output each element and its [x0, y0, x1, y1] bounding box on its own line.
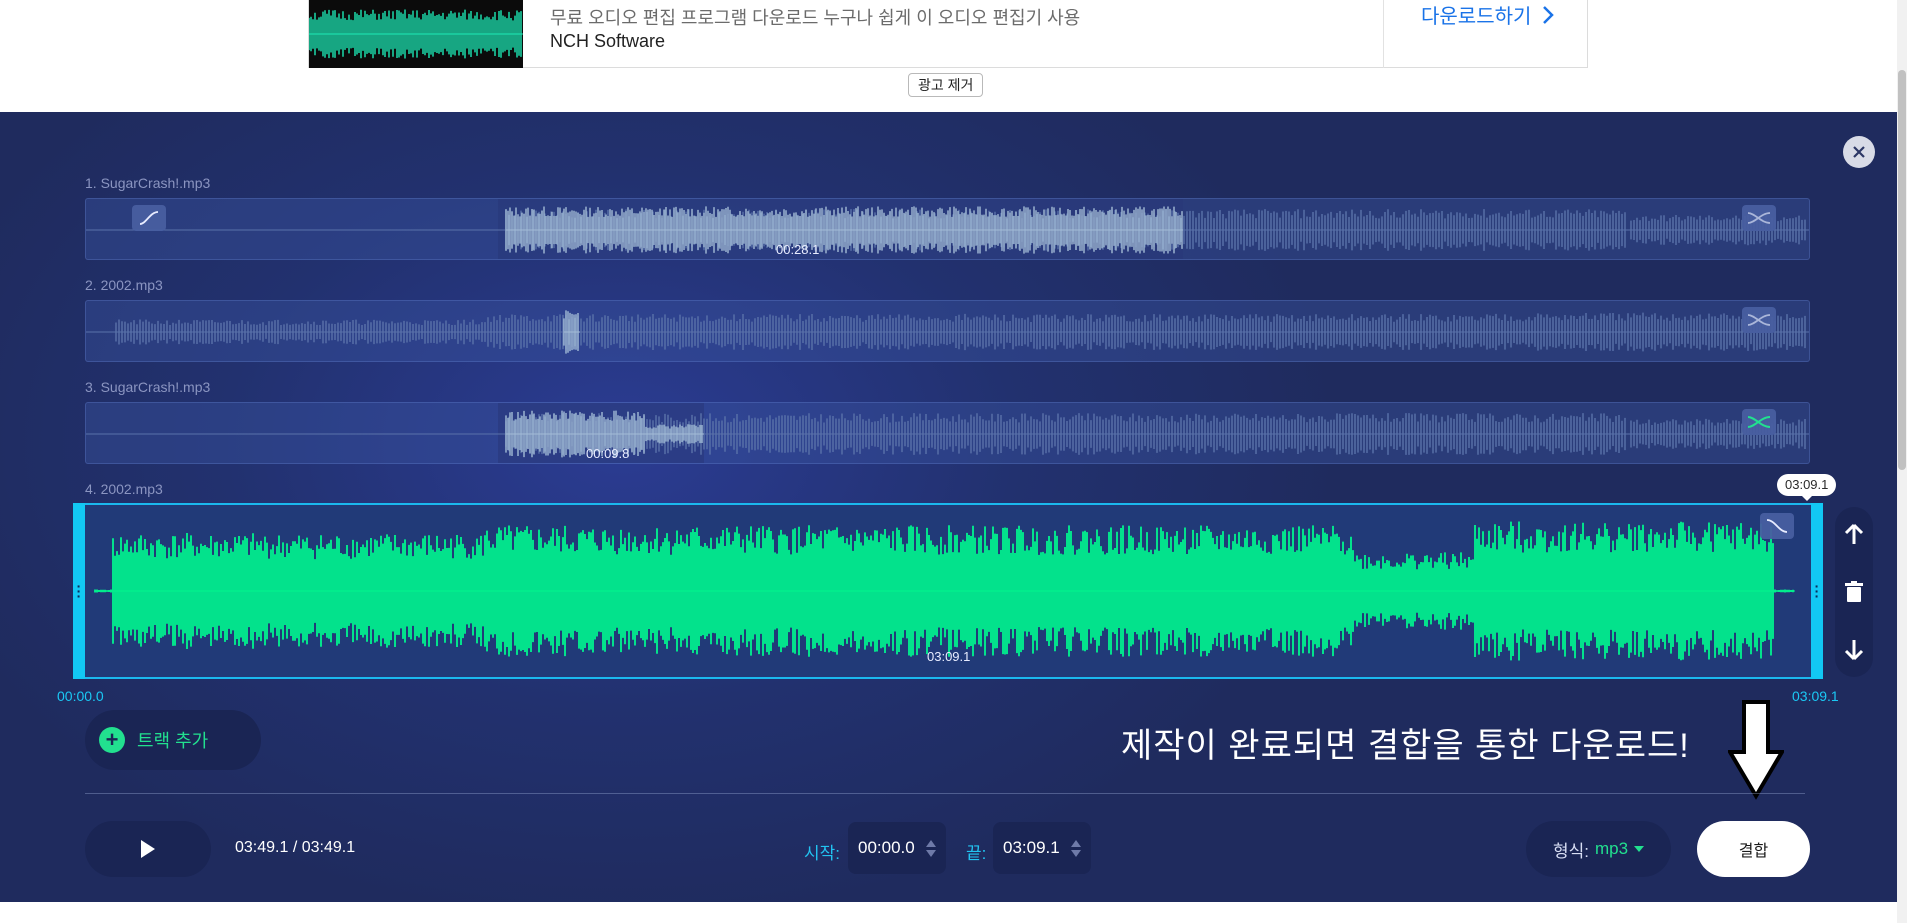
crossfade-icon: [1747, 416, 1771, 428]
trim-end-tooltip: 03:09.1: [1777, 474, 1837, 501]
ad-brand[interactable]: NCH Software: [550, 31, 665, 52]
close-icon: [1853, 146, 1865, 158]
plus-icon: +: [99, 727, 125, 753]
add-track-button[interactable]: + 트랙 추가: [85, 710, 261, 770]
track-4-label: 4. 2002.mp3: [85, 481, 163, 497]
track-1-label: 1. SugarCrash!.mp3: [85, 175, 211, 191]
add-track-label: 트랙 추가: [137, 731, 209, 751]
ad-waveform-image: [309, 9, 523, 59]
divider: [85, 793, 1805, 794]
combine-button[interactable]: 결합: [1697, 821, 1810, 877]
close-button[interactable]: [1843, 136, 1875, 168]
start-time-input[interactable]: [858, 838, 922, 858]
crossfade-icon: [1747, 212, 1771, 224]
move-down-icon[interactable]: [1844, 639, 1864, 661]
track-2-crossfade-button[interactable]: [1742, 307, 1776, 333]
track-side-controls: [1835, 507, 1873, 677]
end-label: 끝:: [966, 844, 987, 863]
track-4-selection-time: 03:09.1: [927, 649, 971, 664]
start-time-stepper[interactable]: [926, 839, 936, 857]
caret-down-icon: [1634, 846, 1645, 852]
track-3-label: 3. SugarCrash!.mp3: [85, 379, 211, 395]
trash-icon[interactable]: [1845, 581, 1863, 603]
fade-in-button[interactable]: [132, 205, 166, 231]
chevron-up-icon[interactable]: [926, 839, 936, 847]
track-3-crossfade-button[interactable]: [1742, 409, 1776, 435]
track-1-waveform[interactable]: [86, 199, 1810, 260]
track-4-active[interactable]: · · · · · · 03:09.1: [73, 503, 1823, 679]
trim-start-handle[interactable]: · · ·: [73, 503, 85, 679]
chevron-down-icon[interactable]: [926, 849, 936, 857]
track-3-selection-time: 00:09.8: [586, 446, 630, 461]
format-value: mp3: [1594, 839, 1629, 858]
track-2[interactable]: [85, 300, 1810, 362]
ad-download-label[interactable]: 다운로드하기: [1421, 0, 1531, 29]
end-time-stepper[interactable]: [1071, 839, 1081, 857]
fade-in-icon: [139, 211, 159, 225]
end-time-field[interactable]: [993, 822, 1091, 874]
chevron-up-icon[interactable]: [1071, 839, 1081, 847]
ad-divider: [1383, 0, 1384, 68]
audio-joiner-editor: 1. SugarCrash!.mp3 00:28.1 2. 2002.mp3 3…: [0, 112, 1897, 902]
range-start-time: 00:00.0: [57, 688, 104, 704]
track-2-label: 2. 2002.mp3: [85, 277, 163, 293]
play-button[interactable]: [85, 821, 211, 877]
chevron-down-icon[interactable]: [1071, 849, 1081, 857]
chevron-right-icon: [1543, 5, 1555, 24]
fade-out-button[interactable]: [1760, 513, 1794, 539]
page-scrollbar[interactable]: [1897, 0, 1907, 923]
track-3-waveform[interactable]: [86, 403, 1810, 464]
start-time-field[interactable]: [848, 822, 946, 874]
start-label: 시작:: [804, 844, 841, 863]
crossfade-icon: [1747, 314, 1771, 326]
track-1[interactable]: 00:28.1: [85, 198, 1810, 260]
track-1-selection-time: 00:28.1: [776, 242, 820, 257]
ad-thumbnail[interactable]: [309, 0, 523, 68]
ad-description[interactable]: 무료 오디오 편집 프로그램 다운로드 누구나 쉽게 이 오디오 편집기 사용: [550, 4, 1080, 30]
ad-download-link[interactable]: 다운로드하기: [1421, 0, 1555, 29]
end-time-input[interactable]: [1003, 838, 1067, 858]
range-end-time: 03:09.1: [1792, 688, 1839, 704]
annotation-text: 제작이 완료되면 결합을 통한 다운로드!: [1121, 727, 1690, 765]
track-3[interactable]: 00:09.8: [85, 402, 1810, 464]
trim-end-handle[interactable]: · · ·: [1811, 503, 1823, 679]
track-2-waveform[interactable]: [86, 301, 1810, 362]
playback-time: 03:49.1 / 03:49.1: [235, 839, 356, 856]
down-arrow-annotation-icon: [1728, 700, 1784, 800]
fade-out-icon: [1766, 519, 1788, 533]
track-1-crossfade-button[interactable]: [1742, 205, 1776, 231]
remove-ad-button[interactable]: 광고 제거: [908, 73, 984, 97]
format-dropdown[interactable]: 형식: mp3: [1526, 821, 1671, 877]
play-icon: [141, 840, 155, 858]
scrollbar-thumb[interactable]: [1898, 70, 1906, 470]
move-up-icon[interactable]: [1844, 523, 1864, 545]
format-label: 형식:: [1552, 841, 1589, 861]
ad-banner[interactable]: 무료 오디오 편집 프로그램 다운로드 누구나 쉽게 이 오디오 편집기 사용 …: [308, 0, 1588, 68]
